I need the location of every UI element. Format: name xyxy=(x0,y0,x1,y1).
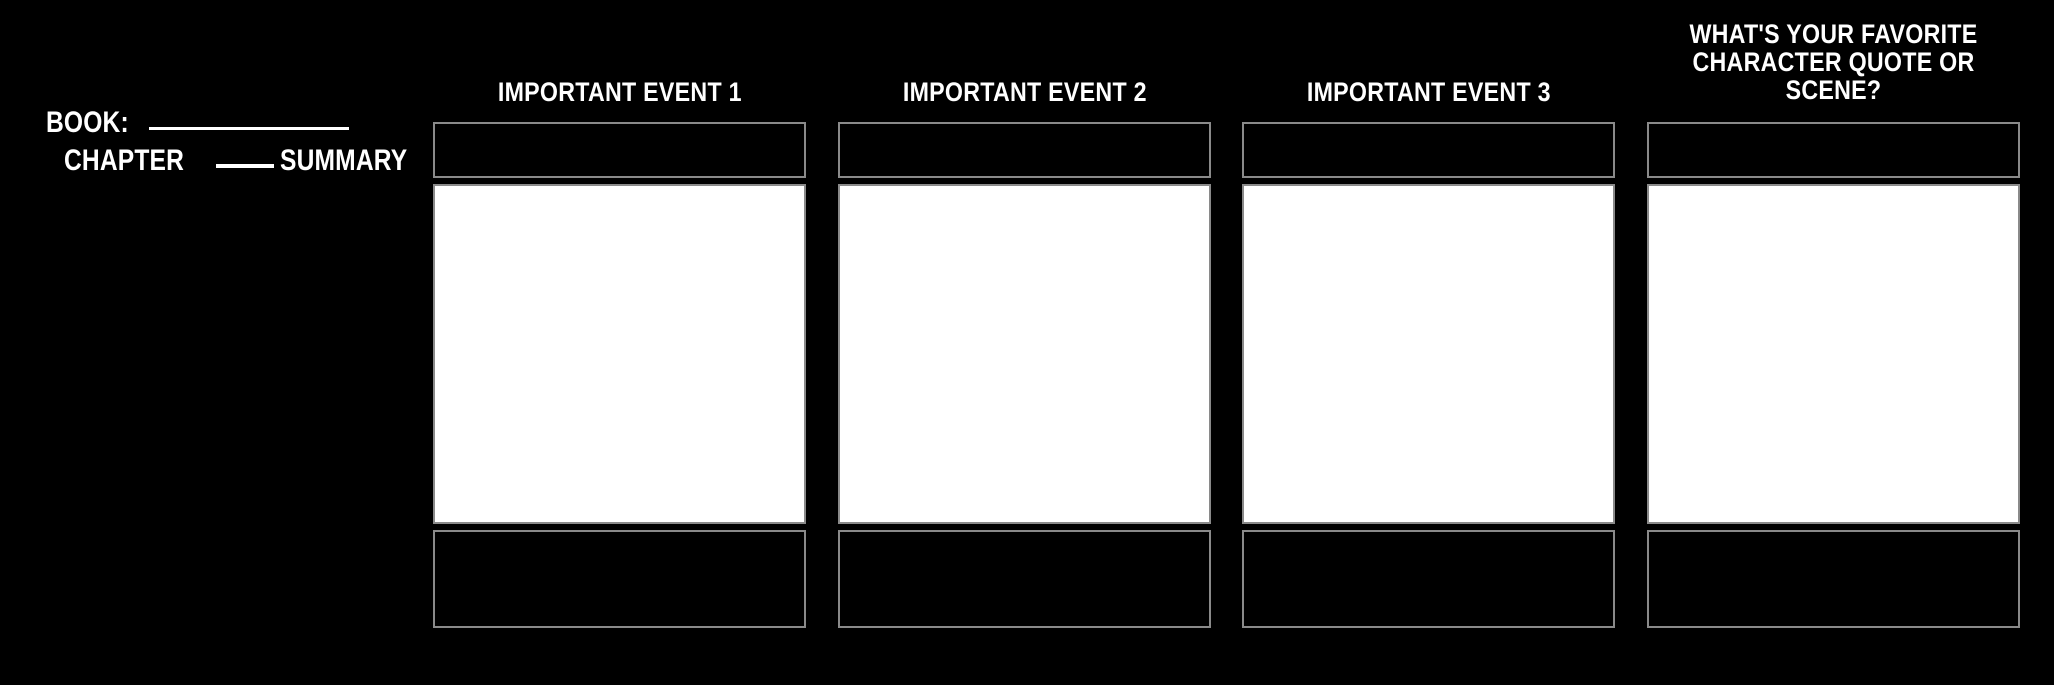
column-header-3-text: IMPORTANT EVENT 3 xyxy=(1306,77,1551,107)
column-1-art-cell[interactable] xyxy=(433,184,806,524)
column-header-4-text-line1: WHAT'S YOUR FAVORITE xyxy=(1689,19,1978,49)
column-header-3: IMPORTANT EVENT 3 xyxy=(1242,0,1615,112)
column-3-title-cell[interactable] xyxy=(1242,122,1615,178)
chapter-number-blank[interactable] xyxy=(216,164,275,168)
column-header-4-text-line2: CHARACTER QUOTE OR SCENE? xyxy=(1692,47,1975,105)
column-2-description-cell[interactable] xyxy=(838,530,1211,628)
storyboard-canvas: BOOK: CHAPTER SUMMARY IMPORTANT EVENT 1 I… xyxy=(0,0,2054,685)
storyboard-columns: IMPORTANT EVENT 1 IMPORTANT EVENT 2 IMPO… xyxy=(433,0,2021,685)
caption-chapter-line: CHAPTER SUMMARY xyxy=(46,142,408,180)
caption-book-label: BOOK: xyxy=(46,106,129,139)
column-header-1-text: IMPORTANT EVENT 1 xyxy=(497,77,742,107)
column-2-title-cell[interactable] xyxy=(838,122,1211,178)
column-header-2: IMPORTANT EVENT 2 xyxy=(838,0,1211,112)
column-1-title-cell[interactable] xyxy=(433,122,806,178)
caption-summary-label: SUMMARY xyxy=(280,144,408,177)
caption-chapter-label: CHAPTER xyxy=(64,144,185,177)
worksheet-caption: BOOK: CHAPTER SUMMARY xyxy=(46,104,408,180)
column-4-title-cell[interactable] xyxy=(1647,122,2020,178)
column-3-art-cell[interactable] xyxy=(1242,184,1615,524)
column-3-description-cell[interactable] xyxy=(1242,530,1615,628)
column-2-art-cell[interactable] xyxy=(838,184,1211,524)
storyboard-column-4: WHAT'S YOUR FAVORITE CHARACTER QUOTE OR … xyxy=(1647,0,2020,685)
storyboard-column-2: IMPORTANT EVENT 2 xyxy=(838,0,1211,685)
column-1-description-cell[interactable] xyxy=(433,530,806,628)
column-header-4: WHAT'S YOUR FAVORITE CHARACTER QUOTE OR … xyxy=(1647,0,2020,112)
storyboard-column-3: IMPORTANT EVENT 3 xyxy=(1242,0,1615,685)
book-title-blank[interactable] xyxy=(149,127,349,130)
caption-book-line: BOOK: xyxy=(46,104,406,142)
column-4-description-cell[interactable] xyxy=(1647,530,2020,628)
column-header-1: IMPORTANT EVENT 1 xyxy=(433,0,806,112)
storyboard-column-1: IMPORTANT EVENT 1 xyxy=(433,0,806,685)
column-header-2-text: IMPORTANT EVENT 2 xyxy=(902,77,1147,107)
column-4-art-cell[interactable] xyxy=(1647,184,2020,524)
